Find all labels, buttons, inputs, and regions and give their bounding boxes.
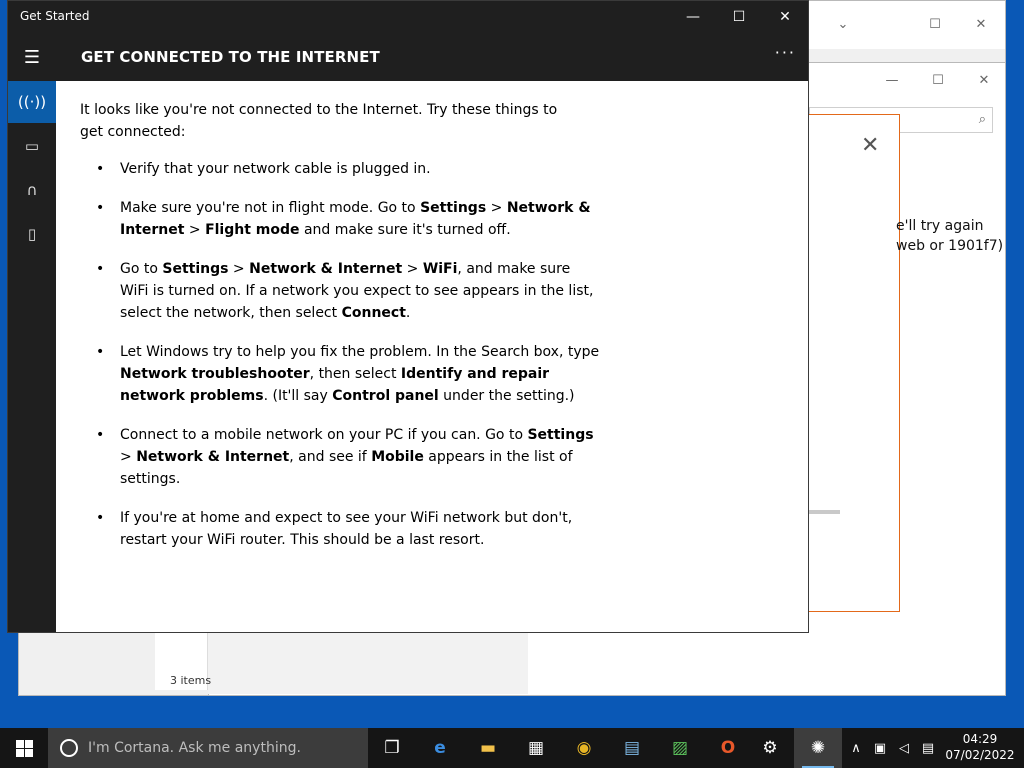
maximize-icon[interactable]: ☐ <box>915 65 961 95</box>
clock-time: 04:29 <box>962 732 998 746</box>
article-content: It looks like you're not connected to th… <box>56 81 808 632</box>
store-icon[interactable]: ▦ <box>512 728 560 768</box>
explorer-content-area <box>208 632 528 694</box>
wifi-signal-icon[interactable]: ((·)) <box>8 81 56 123</box>
cortana-search-box[interactable]: I'm Cortana. Ask me anything. <box>48 728 368 768</box>
maximize-button[interactable]: ☐ <box>716 1 762 33</box>
chrome-icon[interactable]: ◉ <box>560 728 608 768</box>
headset-icon[interactable]: ∩ <box>8 169 56 211</box>
edge-icon[interactable]: e <box>416 728 464 768</box>
close-icon[interactable]: ✕ <box>961 65 1007 95</box>
hamburger-menu-icon[interactable]: ☰ <box>8 33 56 81</box>
navigation-rail: ((·)) ▭ ∩ ▯ <box>8 81 56 632</box>
network-icon[interactable]: ▣ <box>870 728 890 768</box>
taskbar: I'm Cortana. Ask me anything. ❐ e ▬ ▦ ◉ … <box>0 728 1024 768</box>
minimize-button[interactable]: — <box>670 1 716 33</box>
list-item: Go to Settings > Network & Internet > Wi… <box>80 258 600 324</box>
explorer-status-text: 3 items <box>170 674 212 687</box>
cortana-icon <box>60 739 78 757</box>
settings-icon[interactable]: ⚙ <box>746 728 794 768</box>
list-item: If you're at home and expect to see your… <box>80 507 600 551</box>
window-title: Get Started <box>20 9 90 23</box>
list-item: Verify that your network cable is plugge… <box>80 158 600 180</box>
file-explorer-icon[interactable]: ▬ <box>464 728 512 768</box>
clock-date: 07/02/2022 <box>945 748 1015 762</box>
windows-logo-icon <box>15 739 33 757</box>
task-view-icon[interactable]: ❐ <box>368 728 416 768</box>
page-header: ☰ GET CONNECTED TO THE INTERNET ··· <box>8 33 808 81</box>
page-title: GET CONNECTED TO THE INTERNET <box>81 48 380 66</box>
control-panel-icon[interactable]: ▤ <box>608 728 656 768</box>
maximize-icon[interactable]: ☐ <box>912 9 958 39</box>
get-started-icon[interactable]: ✺ <box>794 728 842 768</box>
volume-muted-icon[interactable]: ◁ <box>894 728 914 768</box>
chevron-down-icon[interactable]: ⌄ <box>820 9 866 39</box>
search-icon[interactable]: ⌕ <box>979 112 986 127</box>
list-item: Let Windows try to help you fix the prob… <box>80 341 600 407</box>
taskbar-clock[interactable]: 04:29 07/02/2022 <box>945 731 1015 763</box>
start-button[interactable] <box>0 728 48 768</box>
laptop-icon[interactable]: ▭ <box>8 125 56 167</box>
show-hidden-icons-chevron-icon[interactable]: ∧ <box>846 728 866 768</box>
close-icon[interactable]: ✕ <box>958 9 1004 39</box>
intro-paragraph: It looks like you're not connected to th… <box>80 102 558 140</box>
cortana-placeholder: I'm Cortana. Ask me anything. <box>88 740 301 756</box>
more-options-icon[interactable]: ··· <box>775 43 796 62</box>
list-item: Connect to a mobile network on your PC i… <box>80 424 600 490</box>
tips-list: Verify that your network cable is plugge… <box>80 158 808 551</box>
dialog-partial-text: e'll try again web or 1901f7) <box>896 218 1004 254</box>
window-titlebar: Get Started — ☐ ✕ <box>8 1 808 33</box>
action-center-icon[interactable]: ▤ <box>918 728 938 768</box>
microphone-icon[interactable]: ▯ <box>8 213 56 255</box>
get-started-window: Get Started — ☐ ✕ ☰ GET CONNECTED TO THE… <box>7 0 809 633</box>
minimize-icon[interactable]: — <box>869 65 915 95</box>
close-button[interactable]: ✕ <box>762 1 808 33</box>
dialog-close-icon[interactable]: ✕ <box>861 133 879 158</box>
office-icon[interactable]: O <box>704 728 752 768</box>
list-item: Make sure you're not in flight mode. Go … <box>80 197 600 241</box>
task-manager-icon[interactable]: ▨ <box>656 728 704 768</box>
